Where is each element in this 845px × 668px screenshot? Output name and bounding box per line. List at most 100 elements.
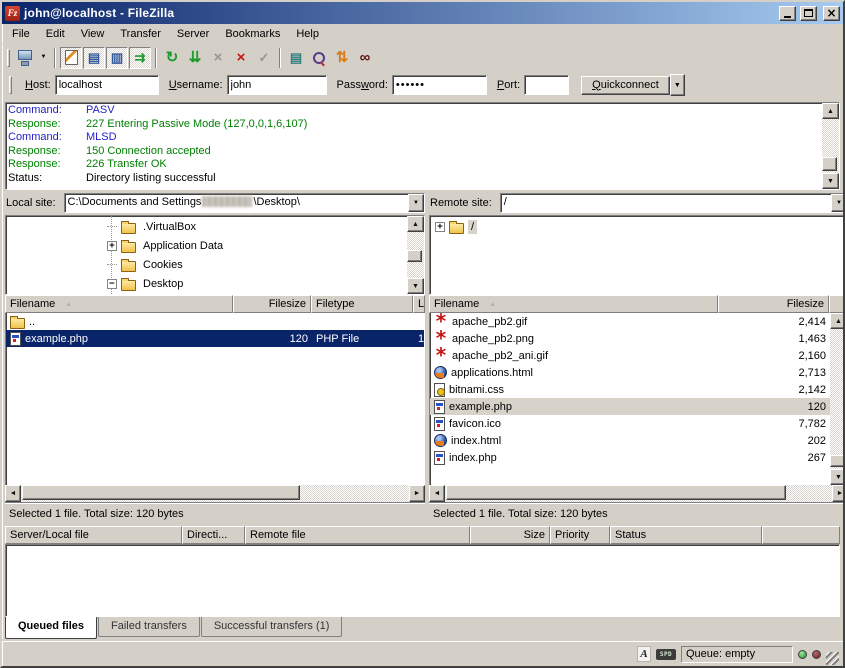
quickconnect-button[interactable]: Quickconnect (581, 76, 670, 95)
close-button[interactable]: × (823, 6, 840, 21)
process-queue-icon[interactable]: ⇊ (184, 47, 206, 69)
file-row[interactable]: apache_pb2_ani.gif 2,160 (430, 347, 830, 364)
menu-help[interactable]: Help (288, 25, 327, 43)
cancel-icon[interactable]: × (207, 47, 229, 69)
local-path-combo[interactable]: C:\Documents and Settings\Desktop\ ▼ (64, 193, 425, 213)
menu-edit[interactable]: Edit (38, 25, 73, 43)
column-header-priority[interactable]: Priority (550, 526, 610, 544)
toggle-local-tree-icon[interactable]: ▤ (83, 47, 105, 69)
scroll-left-button[interactable] (429, 485, 445, 502)
column-header-size[interactable]: Size (470, 526, 550, 544)
scrollbar-thumb[interactable] (822, 157, 837, 171)
menu-transfer[interactable]: Transfer (112, 25, 169, 43)
file-row[interactable]: apache_pb2.gif 2,414 (430, 313, 830, 330)
column-header-status[interactable]: Status (610, 526, 762, 544)
speed-limits-icon[interactable]: SPD (656, 649, 676, 660)
toolbar-grip[interactable] (7, 49, 10, 67)
toggle-queue-icon[interactable]: ⇉ (129, 47, 151, 69)
menu-bookmarks[interactable]: Bookmarks (217, 25, 288, 43)
maximize-button[interactable] (800, 6, 817, 21)
column-header-direction[interactable]: Directi... (182, 526, 245, 544)
column-header-filesize[interactable]: Filesize (718, 295, 829, 313)
tree-expander-icon[interactable] (435, 222, 445, 232)
file-row[interactable]: bitnami.css 2,142 (430, 381, 830, 398)
scroll-down-button[interactable] (822, 173, 839, 189)
password-input[interactable] (392, 75, 487, 95)
toggle-remote-tree-icon[interactable]: ▥ (106, 47, 128, 69)
file-row[interactable]: applications.html 2,713 (430, 364, 830, 381)
site-manager-icon[interactable] (14, 47, 36, 69)
quickconnect-grip[interactable] (9, 76, 12, 94)
reconnect-icon[interactable]: ✓ (253, 47, 275, 69)
refresh-icon[interactable]: ↻ (161, 47, 183, 69)
site-manager-dropdown-icon[interactable]: ▼ (37, 47, 50, 69)
dropdown-arrow-icon[interactable]: ▼ (408, 194, 424, 212)
file-row[interactable]: apache_pb2.png 1,463 (430, 330, 830, 347)
scroll-right-button[interactable] (409, 485, 425, 502)
host-input[interactable] (55, 75, 159, 95)
file-row[interactable]: .. (6, 313, 424, 330)
filezilla-window: Fz john@localhost - FileZilla × FileEdit… (0, 0, 845, 668)
local-site-label: Local site: (5, 195, 60, 211)
tab-queued-files[interactable]: Queued files (5, 617, 97, 639)
file-row[interactable]: favicon.ico 7,782 (430, 415, 830, 432)
tree-item[interactable]: / (430, 217, 845, 236)
minimize-button[interactable] (779, 6, 796, 21)
column-header-filename[interactable]: Filename▲ (5, 295, 233, 313)
scroll-up-button[interactable] (407, 216, 424, 232)
toggle-log-icon[interactable] (60, 47, 82, 69)
scroll-right-button[interactable] (832, 485, 845, 502)
transfer-type-icon[interactable]: A (637, 646, 651, 662)
tree-item[interactable]: Cookies (6, 255, 407, 274)
remote-list-scrollbar[interactable] (830, 313, 845, 485)
tree-item[interactable]: .VirtualBox (6, 217, 407, 236)
remote-path-combo[interactable]: / ▼ (500, 193, 845, 213)
file-row[interactable]: example.php 120 (430, 398, 830, 415)
quickconnect-bar: Host: Username: Password: Port: Quickcon… (2, 70, 843, 100)
tree-expander-icon[interactable] (107, 279, 117, 289)
tab-successful-transfers[interactable]: Successful transfers (1) (201, 617, 343, 637)
dropdown-arrow-icon[interactable]: ▼ (831, 194, 845, 212)
sync-browsing-icon[interactable]: ⇅ (331, 47, 353, 69)
column-header-filename[interactable]: Filename▲ (429, 295, 718, 313)
compare-icon[interactable] (308, 47, 330, 69)
scroll-down-button[interactable] (407, 278, 424, 294)
resize-grip[interactable] (826, 652, 839, 665)
username-input[interactable] (227, 75, 327, 95)
scrollbar-thumb[interactable] (407, 250, 422, 262)
tree-item[interactable]: Desktop (6, 274, 407, 293)
tree-expander-icon[interactable] (107, 226, 117, 227)
scrollbar-thumb[interactable] (830, 455, 845, 467)
file-row[interactable]: index.php 267 (430, 449, 830, 466)
scrollbar-thumb[interactable] (446, 485, 786, 500)
disconnect-icon[interactable]: × (230, 47, 252, 69)
scrollbar-thumb[interactable] (22, 485, 300, 500)
local-tree-scrollbar[interactable] (407, 216, 424, 294)
file-row[interactable]: index.html 202 (430, 432, 830, 449)
column-header-lastmodified[interactable]: L (413, 295, 425, 313)
scroll-down-button[interactable] (830, 469, 845, 485)
log-scrollbar[interactable] (822, 103, 839, 189)
column-header-server-local-file[interactable]: Server/Local file (5, 526, 182, 544)
quickconnect-dropdown-icon[interactable]: ▼ (670, 74, 685, 96)
filter-icon[interactable]: ▤ (285, 47, 307, 69)
scroll-left-button[interactable] (5, 485, 21, 502)
scroll-up-button[interactable] (822, 103, 839, 119)
tree-expander-icon[interactable] (107, 264, 117, 265)
find-files-icon[interactable]: ∞ (354, 47, 376, 69)
column-header-remote-file[interactable]: Remote file (245, 526, 470, 544)
tab-failed-transfers[interactable]: Failed transfers (98, 617, 200, 637)
menu-view[interactable]: View (73, 25, 113, 43)
tree-item[interactable]: Application Data (6, 236, 407, 255)
menu-server[interactable]: Server (169, 25, 217, 43)
column-header-filesize[interactable]: Filesize (233, 295, 311, 313)
port-input[interactable] (524, 75, 569, 95)
scroll-up-button[interactable] (830, 313, 845, 329)
tree-expander-icon[interactable] (107, 241, 117, 251)
file-type-icon (434, 451, 445, 465)
menu-file[interactable]: File (4, 25, 38, 43)
local-horizontal-scrollbar[interactable] (5, 485, 425, 502)
file-row[interactable]: example.php 120 PHP File 1 (6, 330, 424, 347)
column-header-filetype[interactable]: Filetype (311, 295, 413, 313)
remote-horizontal-scrollbar[interactable] (429, 485, 845, 502)
